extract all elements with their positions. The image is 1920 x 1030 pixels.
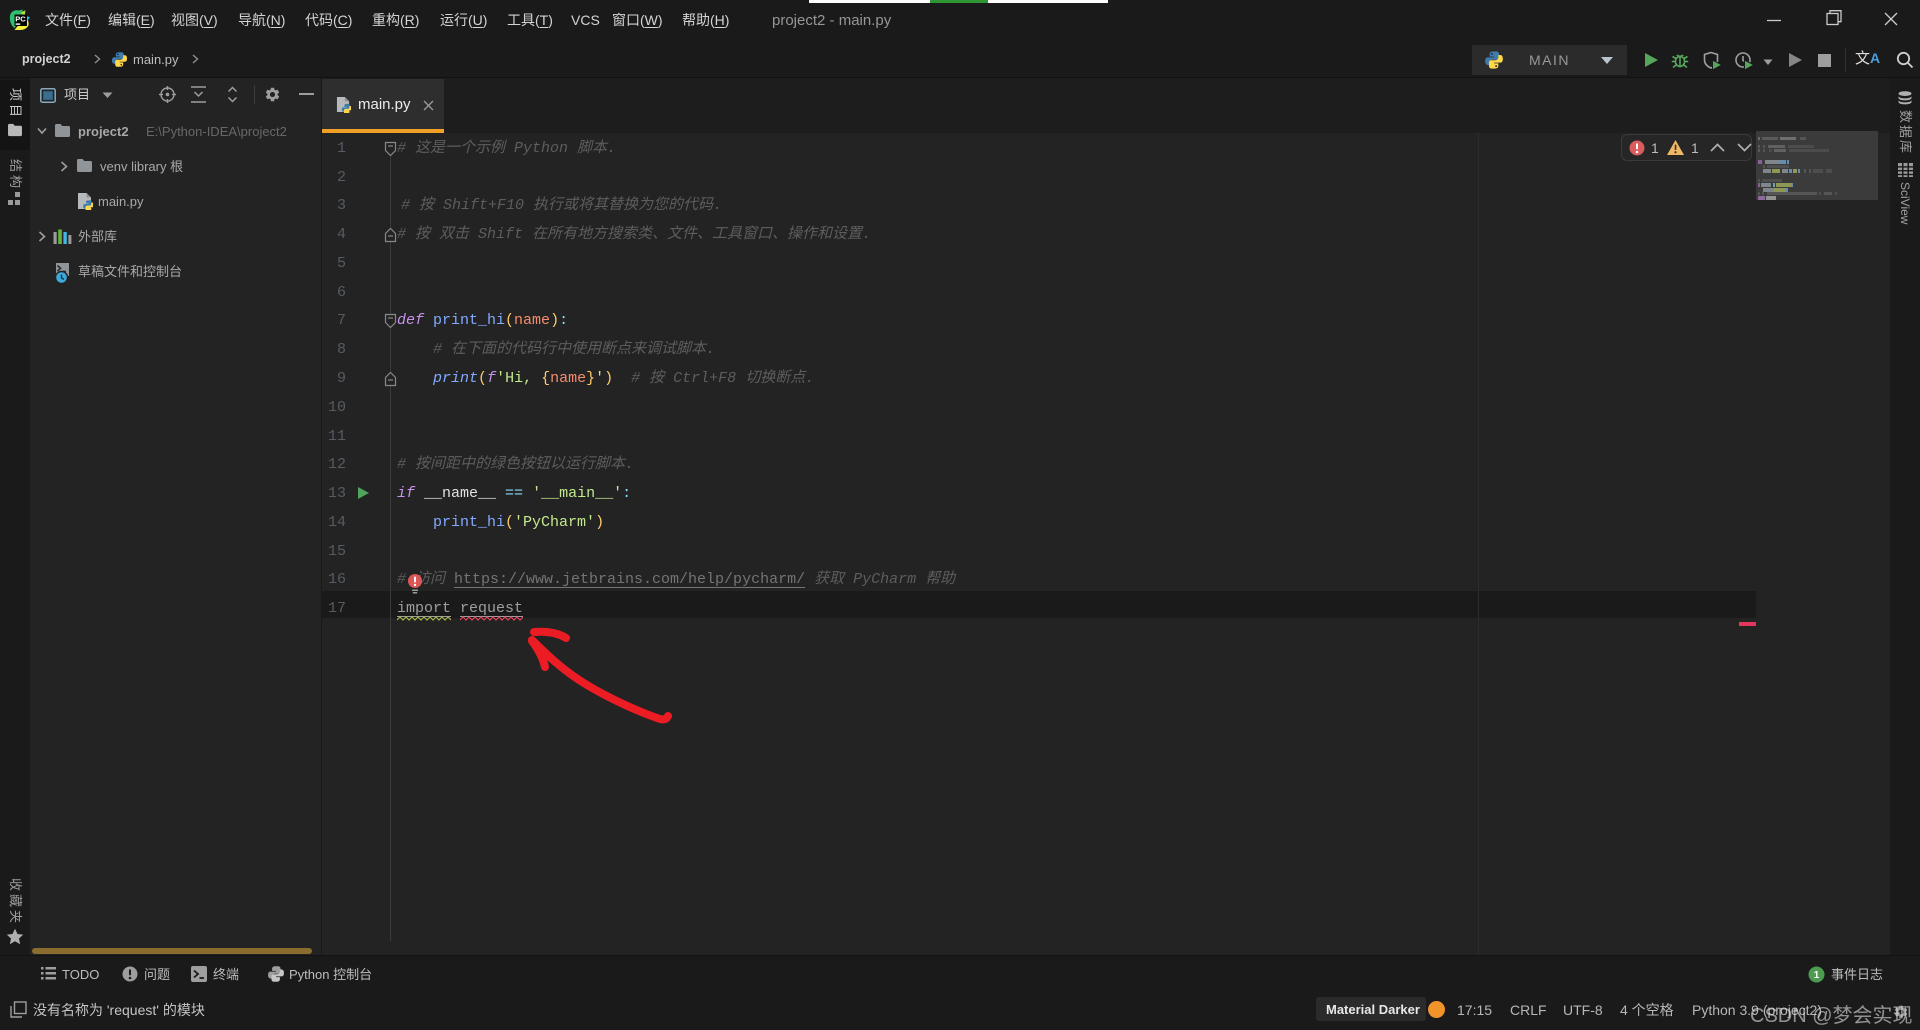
svg-text:1: 1 [1814,970,1820,981]
svg-text:PC: PC [15,15,26,24]
